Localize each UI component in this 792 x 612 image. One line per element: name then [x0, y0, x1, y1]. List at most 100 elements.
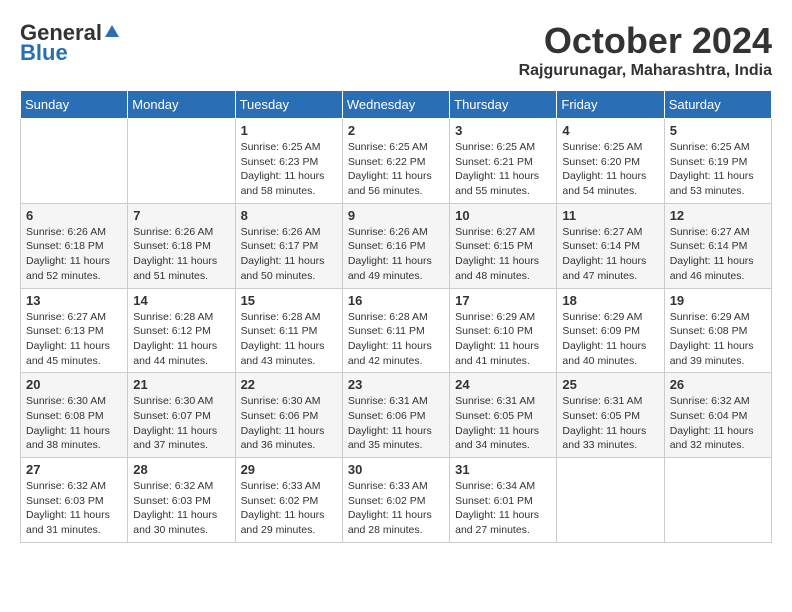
table-row: 23 Sunrise: 6:31 AMSunset: 6:06 PMDayligh…	[342, 373, 449, 458]
day-number: 23	[348, 377, 444, 392]
day-number: 6	[26, 208, 122, 223]
table-row: 3 Sunrise: 6:25 AMSunset: 6:21 PMDaylight…	[450, 119, 557, 204]
day-info: Sunrise: 6:25 AMSunset: 6:22 PMDaylight:…	[348, 140, 444, 199]
day-number: 14	[133, 293, 229, 308]
day-info: Sunrise: 6:33 AMSunset: 6:02 PMDaylight:…	[241, 479, 337, 538]
title-block: October 2024 Rajgurunagar, Maharashtra, …	[519, 20, 772, 80]
col-thursday: Thursday	[450, 91, 557, 119]
day-info: Sunrise: 6:25 AMSunset: 6:19 PMDaylight:…	[670, 140, 766, 199]
table-row: 6 Sunrise: 6:26 AMSunset: 6:18 PMDaylight…	[21, 203, 128, 288]
day-number: 3	[455, 123, 551, 138]
table-row: 7Sunrise: 6:26 AMSunset: 6:18 PMDaylight…	[128, 203, 235, 288]
calendar-week-row: 20 Sunrise: 6:30 AMSunset: 6:08 PMDayligh…	[21, 373, 772, 458]
location: Rajgurunagar, Maharashtra, India	[519, 62, 772, 80]
month-title: October 2024	[519, 20, 772, 62]
calendar-week-row: 27 Sunrise: 6:32 AMSunset: 6:03 PMDayligh…	[21, 458, 772, 543]
day-number: 25	[562, 377, 658, 392]
day-info: Sunrise: 6:26 AMSunset: 6:17 PMDaylight:…	[241, 225, 337, 284]
day-number: 12	[670, 208, 766, 223]
day-number: 7	[133, 208, 229, 223]
day-number: 16	[348, 293, 444, 308]
day-info: Sunrise: 6:29 AMSunset: 6:10 PMDaylight:…	[455, 310, 551, 369]
table-row	[128, 119, 235, 204]
day-number: 24	[455, 377, 551, 392]
table-row: 28Sunrise: 6:32 AMSunset: 6:03 PMDayligh…	[128, 458, 235, 543]
day-info: Sunrise: 6:30 AMSunset: 6:08 PMDaylight:…	[26, 394, 122, 453]
day-number: 19	[670, 293, 766, 308]
day-info: Sunrise: 6:30 AMSunset: 6:07 PMDaylight:…	[133, 394, 229, 453]
day-info: Sunrise: 6:31 AMSunset: 6:06 PMDaylight:…	[348, 394, 444, 453]
calendar-week-row: 6 Sunrise: 6:26 AMSunset: 6:18 PMDaylight…	[21, 203, 772, 288]
day-info: Sunrise: 6:28 AMSunset: 6:11 PMDaylight:…	[348, 310, 444, 369]
col-saturday: Saturday	[664, 91, 771, 119]
day-number: 30	[348, 462, 444, 477]
logo-triangle-icon	[104, 23, 120, 44]
day-number: 13	[26, 293, 122, 308]
day-number: 9	[348, 208, 444, 223]
day-number: 1	[241, 123, 337, 138]
table-row: 22 Sunrise: 6:30 AMSunset: 6:06 PMDayligh…	[235, 373, 342, 458]
day-number: 10	[455, 208, 551, 223]
day-info: Sunrise: 6:25 AMSunset: 6:20 PMDaylight:…	[562, 140, 658, 199]
day-info: Sunrise: 6:31 AMSunset: 6:05 PMDaylight:…	[455, 394, 551, 453]
day-number: 31	[455, 462, 551, 477]
table-row: 11 Sunrise: 6:27 AMSunset: 6:14 PMDayligh…	[557, 203, 664, 288]
day-number: 18	[562, 293, 658, 308]
logo: General Blue	[20, 20, 120, 66]
day-number: 11	[562, 208, 658, 223]
day-info: Sunrise: 6:31 AMSunset: 6:05 PMDaylight:…	[562, 394, 658, 453]
day-info: Sunrise: 6:26 AMSunset: 6:18 PMDaylight:…	[26, 225, 122, 284]
col-monday: Monday	[128, 91, 235, 119]
day-info: Sunrise: 6:34 AMSunset: 6:01 PMDaylight:…	[455, 479, 551, 538]
table-row: 31 Sunrise: 6:34 AMSunset: 6:01 PMDayligh…	[450, 458, 557, 543]
calendar-table: Sunday Monday Tuesday Wednesday Thursday…	[20, 90, 772, 543]
logo-blue-text: Blue	[20, 40, 68, 66]
table-row: 30 Sunrise: 6:33 AMSunset: 6:02 PMDayligh…	[342, 458, 449, 543]
table-row: 12 Sunrise: 6:27 AMSunset: 6:14 PMDayligh…	[664, 203, 771, 288]
day-number: 29	[241, 462, 337, 477]
table-row	[664, 458, 771, 543]
table-row: 2Sunrise: 6:25 AMSunset: 6:22 PMDaylight…	[342, 119, 449, 204]
day-info: Sunrise: 6:25 AMSunset: 6:21 PMDaylight:…	[455, 140, 551, 199]
day-info: Sunrise: 6:27 AMSunset: 6:13 PMDaylight:…	[26, 310, 122, 369]
col-sunday: Sunday	[21, 91, 128, 119]
table-row	[21, 119, 128, 204]
day-number: 20	[26, 377, 122, 392]
day-number: 21	[133, 377, 229, 392]
col-tuesday: Tuesday	[235, 91, 342, 119]
table-row: 18 Sunrise: 6:29 AMSunset: 6:09 PMDayligh…	[557, 288, 664, 373]
table-row: 27 Sunrise: 6:32 AMSunset: 6:03 PMDayligh…	[21, 458, 128, 543]
table-row: 15 Sunrise: 6:28 AMSunset: 6:11 PMDayligh…	[235, 288, 342, 373]
table-row: 4 Sunrise: 6:25 AMSunset: 6:20 PMDaylight…	[557, 119, 664, 204]
table-row: 21 Sunrise: 6:30 AMSunset: 6:07 PMDayligh…	[128, 373, 235, 458]
table-row: 5 Sunrise: 6:25 AMSunset: 6:19 PMDaylight…	[664, 119, 771, 204]
day-number: 28	[133, 462, 229, 477]
table-row: 14 Sunrise: 6:28 AMSunset: 6:12 PMDayligh…	[128, 288, 235, 373]
day-info: Sunrise: 6:28 AMSunset: 6:12 PMDaylight:…	[133, 310, 229, 369]
day-number: 4	[562, 123, 658, 138]
table-row: 17 Sunrise: 6:29 AMSunset: 6:10 PMDayligh…	[450, 288, 557, 373]
day-info: Sunrise: 6:32 AMSunset: 6:03 PMDaylight:…	[26, 479, 122, 538]
table-row: 19Sunrise: 6:29 AMSunset: 6:08 PMDayligh…	[664, 288, 771, 373]
day-number: 22	[241, 377, 337, 392]
col-friday: Friday	[557, 91, 664, 119]
day-number: 5	[670, 123, 766, 138]
day-info: Sunrise: 6:28 AMSunset: 6:11 PMDaylight:…	[241, 310, 337, 369]
day-info: Sunrise: 6:30 AMSunset: 6:06 PMDaylight:…	[241, 394, 337, 453]
table-row: 9Sunrise: 6:26 AMSunset: 6:16 PMDaylight…	[342, 203, 449, 288]
day-number: 27	[26, 462, 122, 477]
day-info: Sunrise: 6:33 AMSunset: 6:02 PMDaylight:…	[348, 479, 444, 538]
table-row: 10 Sunrise: 6:27 AMSunset: 6:15 PMDayligh…	[450, 203, 557, 288]
table-row: 16 Sunrise: 6:28 AMSunset: 6:11 PMDayligh…	[342, 288, 449, 373]
table-row: 1Sunrise: 6:25 AMSunset: 6:23 PMDaylight…	[235, 119, 342, 204]
day-info: Sunrise: 6:32 AMSunset: 6:04 PMDaylight:…	[670, 394, 766, 453]
table-row: 20 Sunrise: 6:30 AMSunset: 6:08 PMDayligh…	[21, 373, 128, 458]
day-info: Sunrise: 6:27 AMSunset: 6:14 PMDaylight:…	[670, 225, 766, 284]
day-info: Sunrise: 6:27 AMSunset: 6:15 PMDaylight:…	[455, 225, 551, 284]
table-row: 24 Sunrise: 6:31 AMSunset: 6:05 PMDayligh…	[450, 373, 557, 458]
day-number: 8	[241, 208, 337, 223]
day-info: Sunrise: 6:27 AMSunset: 6:14 PMDaylight:…	[562, 225, 658, 284]
day-info: Sunrise: 6:29 AMSunset: 6:09 PMDaylight:…	[562, 310, 658, 369]
day-number: 17	[455, 293, 551, 308]
day-number: 15	[241, 293, 337, 308]
